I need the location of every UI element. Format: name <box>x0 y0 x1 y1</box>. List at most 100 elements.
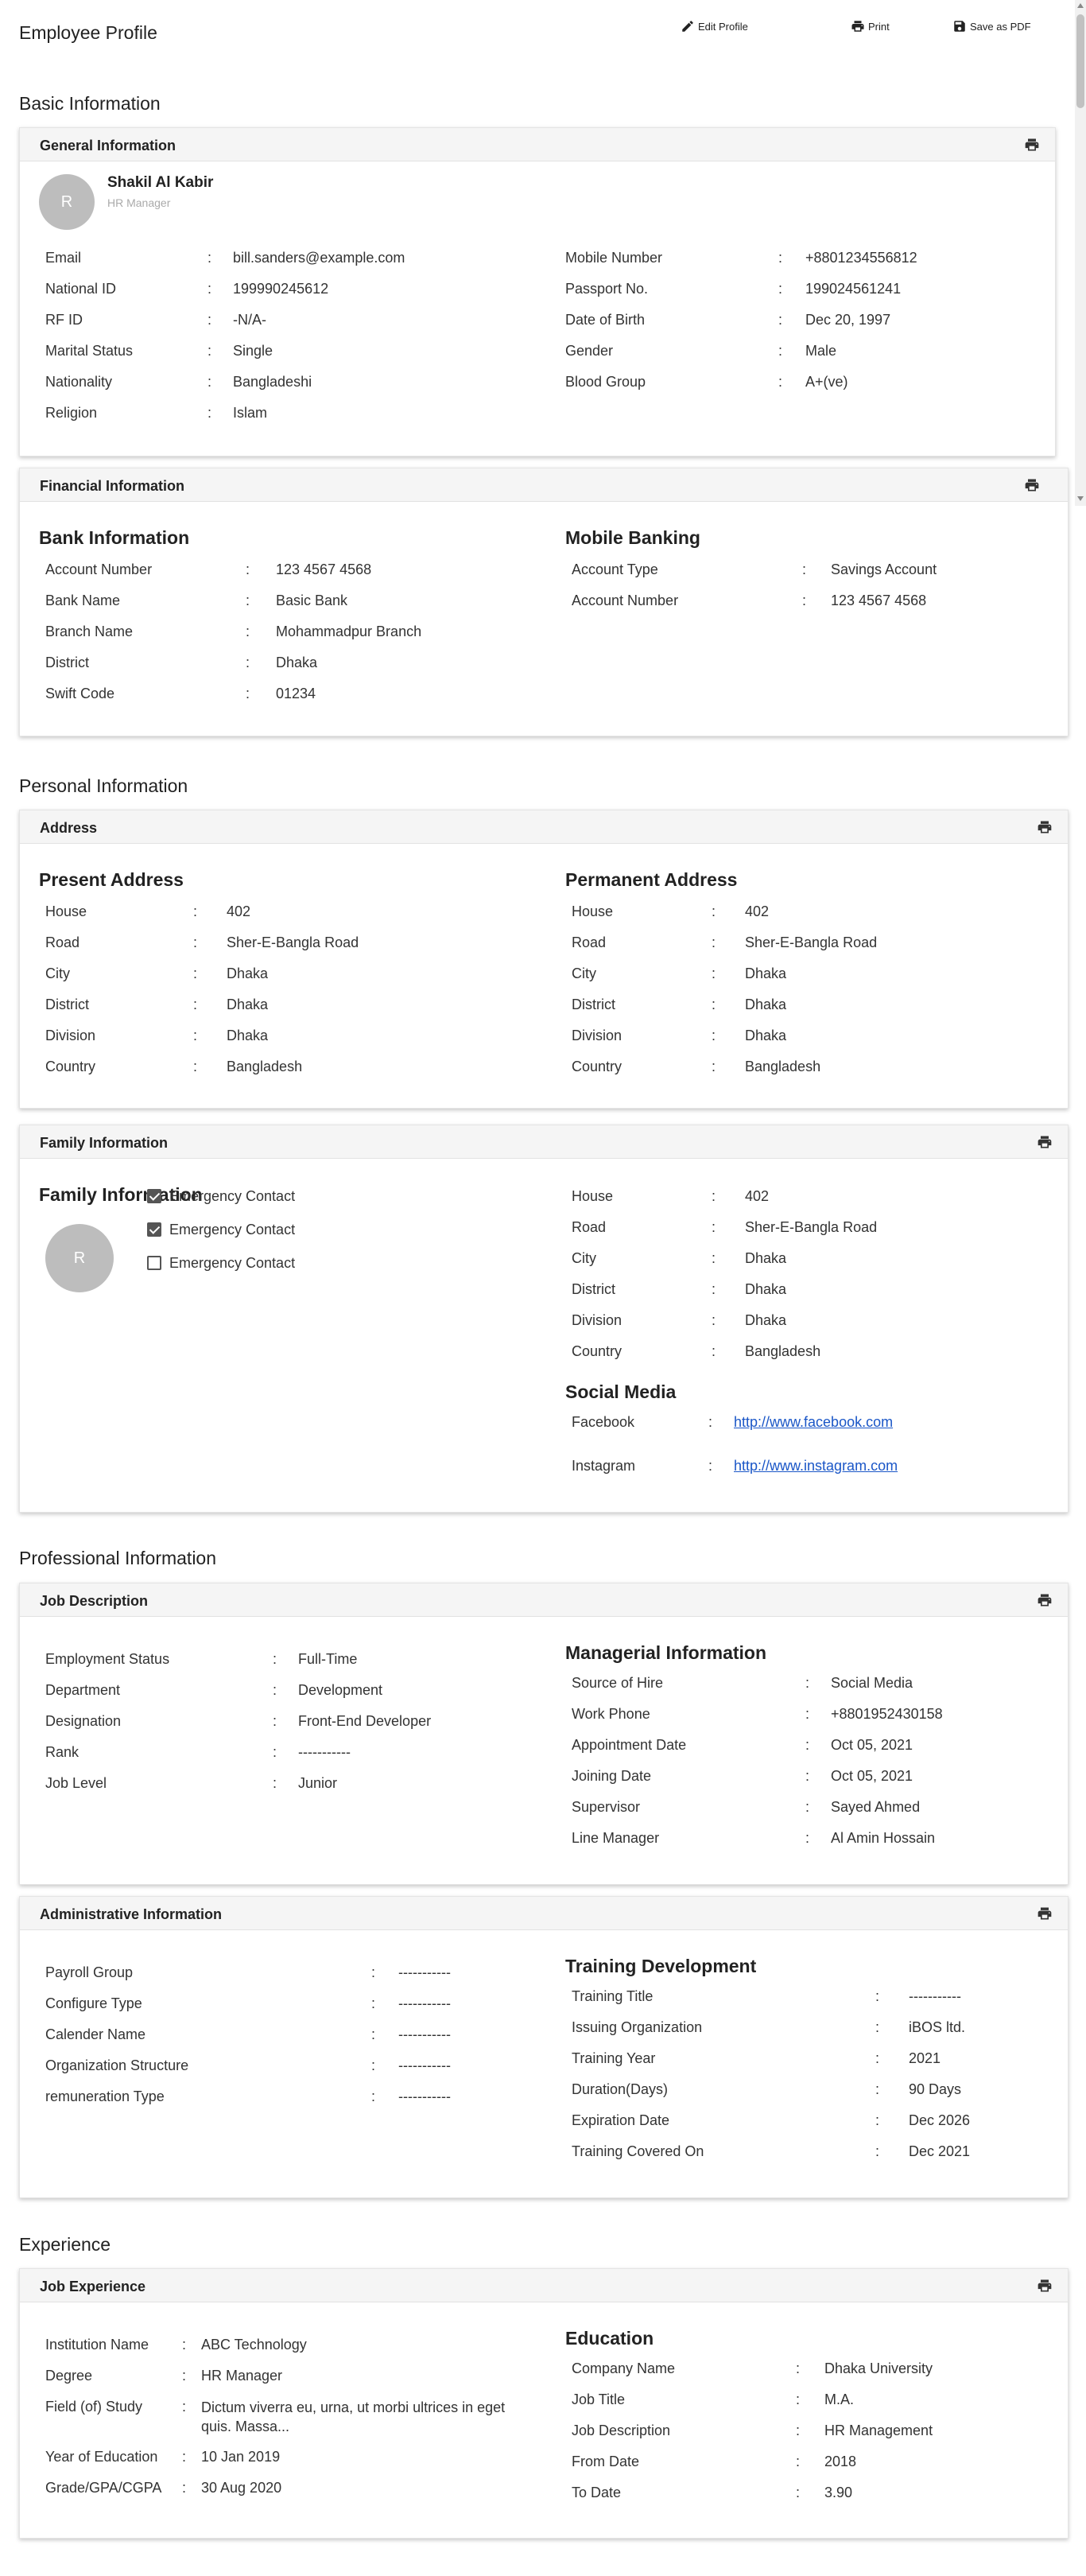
separator: : <box>796 2391 801 2407</box>
info-label: Appointment Date <box>572 1737 687 1753</box>
checkbox-unchecked-icon[interactable] <box>147 1256 161 1270</box>
separator: : <box>796 2360 801 2376</box>
info-label: Calender Name <box>45 2026 146 2042</box>
card-print-button[interactable] <box>1023 137 1041 153</box>
social-link[interactable]: http://www.instagram.com <box>734 1457 898 1474</box>
scrollbar-thumb[interactable] <box>1076 14 1084 108</box>
separator: : <box>371 1995 376 2011</box>
info-row: Road: Sher-E-Bangla Road <box>45 934 522 951</box>
info-row: City: Dhaka <box>45 965 522 982</box>
info-label: Facebook <box>572 1414 635 1430</box>
info-row: Institution Name: ABC Technology <box>45 2336 522 2353</box>
info-value: Dec 20, 1997 <box>805 312 891 328</box>
info-value: Bangladeshi <box>233 374 312 390</box>
info-label: Road <box>45 934 80 950</box>
scroll-up-arrow-icon[interactable] <box>1077 3 1084 8</box>
separator: : <box>778 250 783 266</box>
info-value: HR Management <box>824 2423 933 2438</box>
top-bar: Employee Profile Edit Profile Print Save… <box>0 0 1086 67</box>
separator: : <box>182 2480 187 2496</box>
card-header: Job Description <box>20 1583 1068 1617</box>
job-experience-card: Job Experience Institution Name: ABC Tech… <box>19 2268 1069 2539</box>
separator: : <box>778 312 783 328</box>
card-print-button[interactable] <box>1036 819 1053 835</box>
info-row: Branch Name: Mohammadpur Branch <box>45 623 522 640</box>
emergency-contact-checkbox[interactable]: Emergency Contact <box>147 1254 295 1272</box>
info-value: ----------- <box>909 1988 961 2004</box>
info-label: City <box>572 966 596 981</box>
info-value: 10 Jan 2019 <box>201 2449 281 2465</box>
page-title: Employee Profile <box>19 22 157 43</box>
info-value: ----------- <box>298 1744 351 1760</box>
separator: : <box>712 1343 716 1359</box>
card-print-button[interactable] <box>1023 477 1041 493</box>
info-row: National ID: 199990245612 <box>45 280 522 297</box>
info-label: Road <box>572 1219 607 1235</box>
info-value: +8801234556812 <box>805 250 917 266</box>
card-print-button[interactable] <box>1036 1592 1053 1608</box>
info-label: Work Phone <box>572 1706 650 1722</box>
separator: : <box>208 343 212 359</box>
separator: : <box>796 2423 801 2438</box>
info-row: Training Title: ----------- <box>572 1987 1049 2005</box>
info-value: Savings Account <box>831 561 937 577</box>
info-row: Mobile Number: +8801234556812 <box>565 249 1042 266</box>
print-button[interactable]: Print <box>851 17 890 35</box>
info-value: Dhaka <box>745 966 787 981</box>
edit-profile-label: Edit Profile <box>698 20 748 33</box>
info-value: ----------- <box>398 2026 451 2042</box>
info-label: Payroll Group <box>45 1964 134 1980</box>
info-value: Bangladesh <box>745 1343 821 1359</box>
info-label: Marital Status <box>45 343 134 359</box>
info-row: Country: Bangladesh <box>572 1342 1049 1360</box>
info-value: Dictum viverra eu, urna, ut morbi ultric… <box>201 2399 506 2434</box>
info-value: M.A. <box>824 2391 855 2407</box>
info-label: Training Title <box>572 1988 654 2004</box>
info-value: 30 Aug 2020 <box>201 2480 282 2496</box>
emergency-contact-checkbox[interactable]: Emergency Contact <box>147 1187 295 1205</box>
info-row: Account Number: 123 4567 4568 <box>45 561 522 578</box>
info-label: Designation <box>45 1713 122 1729</box>
separator: : <box>273 1651 277 1667</box>
save-pdf-button[interactable]: Save as PDF <box>952 17 1031 35</box>
info-row: District: Dhaka <box>572 1280 1049 1298</box>
info-value: Oct 05, 2021 <box>831 1737 913 1753</box>
info-row: Company Name: Dhaka University <box>572 2360 1049 2377</box>
info-label: Expiration Date <box>572 2112 670 2128</box>
info-row: Source of Hire: Social Media <box>572 1674 1049 1692</box>
info-label: Source of Hire <box>572 1675 664 1691</box>
card-print-button[interactable] <box>1036 1134 1053 1150</box>
separator: : <box>712 1250 716 1266</box>
checkbox-checked-icon[interactable] <box>147 1222 161 1237</box>
training-development-title: Training Development <box>565 1956 757 1976</box>
edit-profile-button[interactable]: Edit Profile <box>681 17 748 35</box>
separator: : <box>246 655 250 670</box>
info-label: Company Name <box>572 2360 676 2376</box>
card-print-button[interactable] <box>1036 1906 1053 1921</box>
info-value: Dhaka <box>276 655 318 670</box>
checkbox-checked-icon[interactable] <box>147 1189 161 1203</box>
info-label: City <box>45 966 70 981</box>
section-title-basic: Basic Information <box>19 93 161 114</box>
info-row: Job Description: HR Management <box>572 2422 1049 2439</box>
separator: : <box>875 2081 880 2097</box>
info-row: House: 402 <box>45 903 522 920</box>
card-print-button[interactable] <box>1036 2278 1053 2294</box>
separator: : <box>805 1768 810 1784</box>
separator: : <box>778 343 783 359</box>
emergency-contact-checkbox[interactable]: Emergency Contact <box>147 1221 295 1238</box>
info-row: City: Dhaka <box>572 1249 1049 1267</box>
info-value: Oct 05, 2021 <box>831 1768 913 1784</box>
info-label: Job Title <box>572 2391 626 2407</box>
separator: : <box>246 593 250 608</box>
social-link[interactable]: http://www.facebook.com <box>734 1413 893 1431</box>
scrollbar[interactable] <box>1075 0 1086 506</box>
scroll-down-arrow-icon[interactable] <box>1077 496 1084 501</box>
info-row: Rank: ----------- <box>45 1743 522 1761</box>
info-row: Designation: Front-End Developer <box>45 1712 522 1730</box>
employee-role: HR Manager <box>107 196 171 209</box>
info-row: Configure Type: ----------- <box>45 1995 522 2012</box>
mobile-banking-title: Mobile Banking <box>565 527 700 548</box>
info-row: District: Dhaka <box>45 654 522 671</box>
info-label: Division <box>572 1312 623 1328</box>
